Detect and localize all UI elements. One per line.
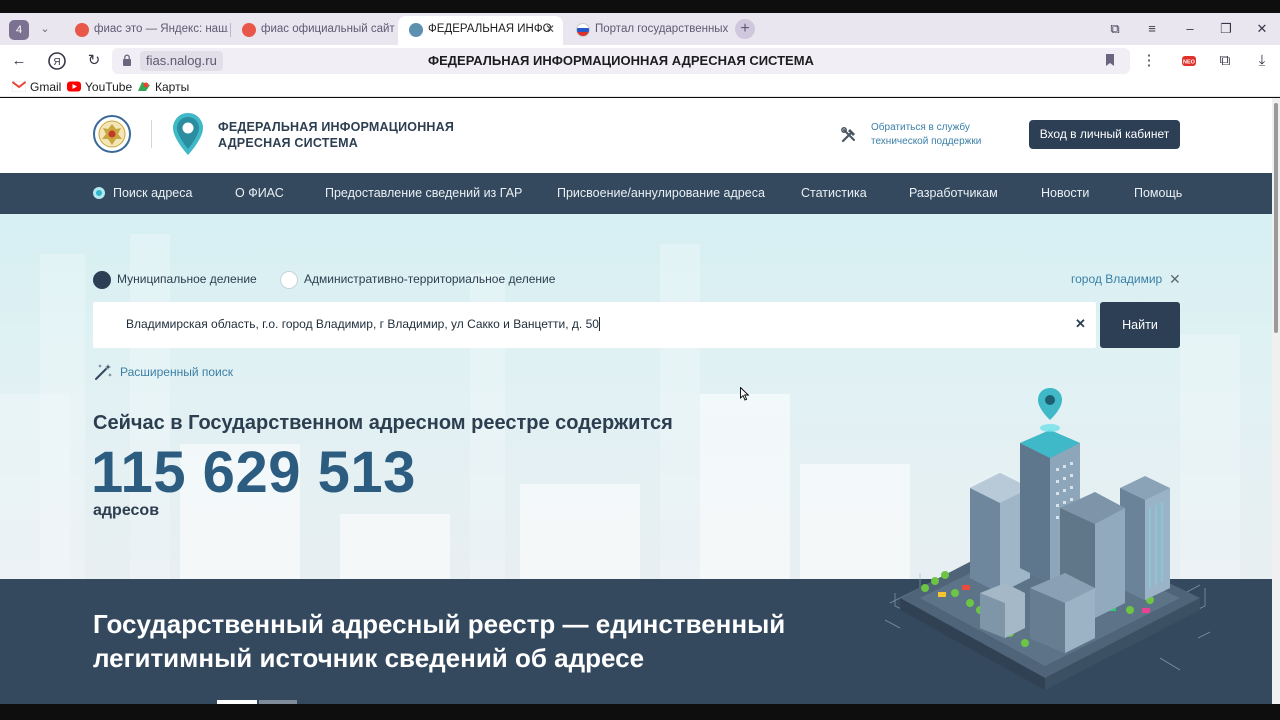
bookmark-label: Gmail: [30, 80, 62, 94]
tab-label: Портал государственных: [595, 23, 729, 35]
minimize-icon[interactable]: –: [1180, 19, 1200, 39]
browser-window: 4 ⌄ фиас это — Яндекс: нашл фиас официал…: [0, 0, 1280, 720]
bookmark-gmail[interactable]: Gmail: [12, 79, 61, 95]
text-caret: [598, 317, 600, 331]
support-line2: технической поддержки: [871, 136, 982, 147]
address-bar-row: ← Я ↻ fias.nalog.ru ФЕДЕРАЛЬНАЯ ИНФОРМАЦ…: [0, 45, 1280, 77]
neo-extension-icon[interactable]: NEO: [1178, 50, 1200, 72]
nav-gar-data[interactable]: Предоставление сведений из ГАР: [325, 173, 522, 214]
support-link[interactable]: Обратиться в службу технической поддержк…: [871, 121, 981, 149]
fns-emblem-icon[interactable]: [93, 115, 131, 153]
radio-municipal-label[interactable]: Муниципальное деление: [117, 272, 257, 286]
scrollbar-thumb[interactable]: [1274, 103, 1278, 333]
tab-gosuslugi[interactable]: Портал государственных: [565, 16, 730, 45]
advanced-search-label: Расширенный поиск: [120, 365, 233, 379]
bookmark-label: Карты: [155, 80, 190, 94]
login-button[interactable]: Вход в личный кабинет: [1029, 120, 1180, 149]
download-icon[interactable]: ⤓: [1251, 50, 1273, 72]
tab-label: фиас это — Яндекс: нашл: [94, 23, 228, 35]
registry-count-title: Сейчас в Государственном адресном реестр…: [93, 412, 673, 434]
search-query-text: Владимирская область, г.о. город Владими…: [126, 317, 599, 331]
close-icon[interactable]: ✕: [1169, 271, 1181, 288]
menu-icon[interactable]: ≡: [1142, 19, 1162, 39]
support-line1: Обратиться в службу: [871, 122, 970, 133]
bookmark-youtube[interactable]: YouTube: [67, 79, 132, 95]
bookmark-label: YouTube: [85, 80, 133, 94]
web-page: ФЕДЕРАЛЬНАЯ ИНФОРМАЦИОННАЯ АДРЕСНАЯ СИСТ…: [0, 98, 1272, 704]
city-filter-chip[interactable]: город Владимир ✕: [1071, 271, 1181, 287]
gmail-icon: [12, 81, 26, 92]
clear-icon[interactable]: ✕: [1075, 316, 1086, 332]
more-options-icon[interactable]: ⋮: [1138, 50, 1160, 72]
maps-icon: [138, 82, 150, 91]
site-name[interactable]: ФЕДЕРАЛЬНАЯ ИНФОРМАЦИОННАЯ АДРЕСНАЯ СИСТ…: [218, 119, 454, 151]
nav-statistics[interactable]: Статистика: [801, 173, 867, 214]
chevron-down-icon[interactable]: ⌄: [36, 19, 54, 39]
window-close-icon[interactable]: ✕: [1252, 19, 1272, 39]
restore-icon[interactable]: ❐: [1216, 19, 1236, 39]
background-building: [520, 484, 640, 579]
bookmark-icon[interactable]: [1104, 53, 1118, 67]
magic-wand-icon: [95, 364, 112, 380]
svg-text:Я: Я: [53, 57, 60, 68]
mouse-cursor-icon: [740, 387, 750, 401]
svg-text:NEO: NEO: [1183, 60, 1196, 66]
nav-address-assignment[interactable]: Присвоение/аннулирование адреса: [557, 173, 765, 214]
banner-line2: легитимный источник сведений об адресе: [93, 643, 645, 673]
city-filter-label: город Владимир: [1071, 272, 1163, 286]
extensions-icon[interactable]: ⧉: [1214, 50, 1236, 72]
bookmark-maps[interactable]: Карты: [137, 79, 189, 95]
address-search-input[interactable]: Владимирская область, г.о. город Владими…: [93, 302, 1096, 348]
tools-icon[interactable]: [840, 126, 858, 144]
bookmarks-bar: Gmail YouTube Карты: [0, 77, 1280, 97]
background-building: [700, 394, 790, 579]
youtube-icon: [67, 81, 81, 92]
nav-help[interactable]: Помощь: [1134, 173, 1182, 214]
site-name-line1: ФЕДЕРАЛЬНАЯ ИНФОРМАЦИОННАЯ: [218, 120, 455, 134]
tab-count-badge[interactable]: 4: [9, 20, 29, 40]
radio-municipal[interactable]: [93, 271, 111, 289]
tab-fias-search[interactable]: фиас официальный сайт: [231, 16, 395, 45]
page-scrollbar[interactable]: [1272, 98, 1280, 704]
background-building: [340, 514, 450, 579]
registry-count-number: 115 629 513: [91, 440, 416, 505]
background-building: [40, 254, 85, 579]
search-query[interactable]: Владимирская область, г.о. город Владими…: [126, 317, 600, 331]
tab-label: фиас официальный сайт: [261, 23, 395, 35]
active-dot-icon: [93, 187, 105, 199]
tab-strip: 4 ⌄ фиас это — Яндекс: нашл фиас официал…: [0, 13, 1280, 45]
tab-label: ФЕДЕРАЛЬНАЯ ИНФО: [428, 23, 552, 35]
nav-about[interactable]: О ФИАС: [235, 173, 284, 214]
nav-address-search[interactable]: Поиск адреса: [113, 173, 192, 214]
back-icon[interactable]: ←: [8, 50, 30, 72]
russia-flag-icon: [576, 23, 590, 37]
find-button[interactable]: Найти: [1100, 302, 1180, 348]
nav-developers[interactable]: Разработчикам: [909, 173, 998, 214]
tab-fias-active[interactable]: ФЕДЕРАЛЬНАЯ ИНФО ✕: [398, 16, 563, 45]
yandex-icon: [242, 23, 256, 37]
nav-news[interactable]: Новости: [1041, 173, 1089, 214]
tab-yandex-search[interactable]: фиас это — Яндекс: нашл: [64, 16, 228, 45]
new-tab-button[interactable]: +: [735, 19, 755, 39]
main-navigation: Поиск адреса О ФИАС Предоставление сведе…: [0, 173, 1272, 214]
yandex-icon: [75, 23, 89, 37]
registry-count-unit: адресов: [93, 502, 160, 519]
banner-line1: Государственный адресный реестр — единст…: [93, 609, 786, 639]
fns-emblem-icon: [409, 23, 423, 37]
radio-administrative-label[interactable]: Административно-территориальное деление: [304, 272, 555, 286]
site-name-line2: АДРЕСНАЯ СИСТЕМА: [218, 136, 358, 150]
location-pin-logo-icon[interactable]: [172, 112, 204, 156]
city-illustration: [884, 388, 1210, 690]
screen-bottom-edge: [0, 704, 1280, 720]
site-header: ФЕДЕРАЛЬНАЯ ИНФОРМАЦИОННАЯ АДРЕСНАЯ СИСТ…: [0, 98, 1272, 173]
close-icon[interactable]: ✕: [545, 16, 555, 43]
address-page-title: ФЕДЕРАЛЬНАЯ ИНФОРМАЦИОННАЯ АДРЕСНАЯ СИСТ…: [428, 53, 814, 68]
banner-title: Государственный адресный реестр — единст…: [93, 607, 785, 675]
reload-icon[interactable]: ↻: [83, 50, 105, 72]
header-divider: [151, 120, 152, 148]
address-bar[interactable]: fias.nalog.ru ФЕДЕРАЛЬНАЯ ИНФОРМАЦИОННАЯ…: [112, 48, 1130, 74]
radio-administrative[interactable]: [280, 271, 298, 289]
yandex-home-icon[interactable]: Я: [46, 50, 68, 72]
bookmarks-panel-icon[interactable]: ⧉: [1105, 19, 1125, 39]
